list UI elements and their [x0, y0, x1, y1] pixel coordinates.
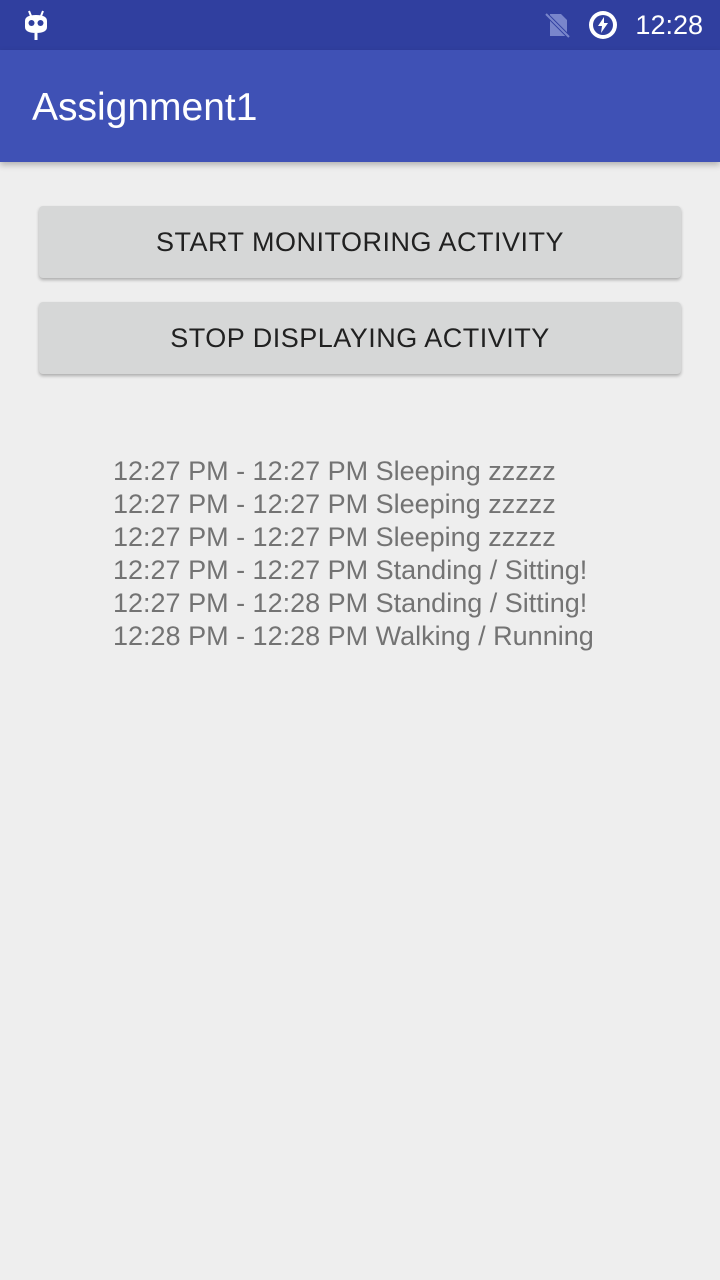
activity-log-entry: 12:28 PM - 12:28 PM Walking / Running	[113, 621, 594, 651]
cyanogenmod-icon	[25, 10, 47, 40]
battery-charging-icon	[589, 11, 617, 39]
activity-log-entry: 12:27 PM - 12:27 PM Sleeping zzzzz	[113, 489, 556, 519]
app-title: Assignment1	[32, 86, 258, 129]
activity-log-entry: 12:27 PM - 12:27 PM Sleeping zzzzz	[113, 522, 556, 552]
start-monitoring-button[interactable]: START MONITORING ACTIVITY	[39, 206, 681, 278]
stop-displaying-button[interactable]: STOP DISPLAYING ACTIVITY	[39, 302, 681, 374]
activity-log-entry: 12:27 PM - 12:28 PM Standing / Sitting!	[113, 588, 588, 618]
no-sim-icon	[544, 12, 571, 39]
activity-log: 12:27 PM - 12:27 PM Sleeping zzzzz 12:27…	[113, 455, 693, 653]
status-clock: 12:28	[635, 10, 703, 40]
status-bar: 12:28	[0, 0, 720, 50]
activity-log-entry: 12:27 PM - 12:27 PM Standing / Sitting!	[113, 555, 588, 585]
app-bar: Assignment1	[0, 50, 720, 162]
activity-log-entry: 12:27 PM - 12:27 PM Sleeping zzzzz	[113, 456, 556, 486]
